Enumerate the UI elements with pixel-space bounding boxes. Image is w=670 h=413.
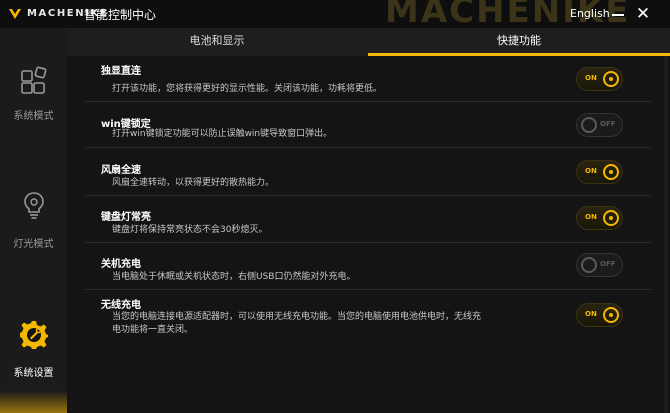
toggle-knob [603, 210, 619, 226]
sidebar-item-label: 系统模式 [13, 111, 54, 122]
setting-row-dgpu-direct: 独显直连 打开该功能，您将获得更好的显示性能。关闭该功能，功耗将更低。 ON [85, 56, 651, 102]
sidebar-item-label: 灯光模式 [13, 239, 54, 250]
dgpu-direct-toggle[interactable]: ON [576, 67, 623, 91]
app-title: 智能控制中心 [84, 8, 157, 22]
setting-row-poweroff-charging: 关机充电 当电脑处于休眠或关机状态时，右侧USB口仍然能对外充电。 OFF [85, 243, 651, 290]
keyboard-light-toggle[interactable]: ON [576, 206, 623, 230]
toggle-knob [581, 117, 597, 133]
setting-description: 打开该功能，您将获得更好的显示性能。关闭该功能，功耗将更低。 [112, 84, 383, 94]
toggle-knob [603, 307, 619, 323]
toggle-state: ON [585, 74, 597, 82]
toggle-state: OFF [600, 260, 616, 268]
scrollbar[interactable] [664, 56, 668, 413]
windows-grid-icon [21, 66, 47, 94]
wireless-charging-toggle[interactable]: ON [576, 303, 623, 327]
sidebar-item-system-mode[interactable]: 系统模式 [0, 28, 67, 148]
setting-description: 键盘灯将保持常亮状态不会30秒熄灭。 [112, 225, 268, 235]
setting-row-wireless-charging: 无线充电 当您的电脑连接电源适配器时，可以使用无线充电功能。当您的电脑使用电池供… [85, 290, 651, 348]
tab-battery-display[interactable]: 电池和显示 [67, 28, 367, 56]
setting-description: 当电脑处于休眠或关机状态时，右侧USB口仍然能对外充电。 [112, 272, 356, 282]
setting-row-keyboard-light: 键盘灯常亮 键盘灯将保持常亮状态不会30秒熄灭。 ON [85, 196, 651, 243]
setting-title: 关机充电 [101, 259, 141, 270]
toggle-knob [581, 257, 597, 273]
sidebar-item-label: 系统设置 [13, 368, 54, 379]
tab-shortcuts[interactable]: 快捷功能 [368, 28, 670, 56]
settings-list: 独显直连 打开该功能，您将获得更好的显示性能。关闭该功能，功耗将更低。 ON w… [67, 56, 670, 413]
lightbulb-icon [24, 192, 44, 219]
minimize-button[interactable] [609, 5, 627, 23]
setting-description: 当您的电脑连接电源适配器时，可以使用无线充电功能。当您的电脑使用电池供电时，无线… [112, 312, 482, 335]
toggle-state: ON [585, 213, 597, 221]
setting-title: 键盘灯常亮 [101, 212, 151, 223]
sidebar-item-light-mode[interactable]: 灯光模式 [0, 148, 67, 268]
gear-icon [20, 321, 48, 349]
poweroff-charging-toggle[interactable]: OFF [576, 253, 623, 277]
toggle-knob [603, 164, 619, 180]
title-bar: MACHENIKE MACHENIKE 智能控制中心 English ✕ [0, 0, 670, 28]
setting-title: 独显直连 [101, 66, 141, 77]
setting-row-fan-full-speed: 风扇全速 风扇全速转动，以获得更好的散热能力。 ON [85, 148, 651, 196]
tab-bar: 电池和显示 快捷功能 [67, 28, 670, 56]
close-button[interactable]: ✕ [634, 5, 652, 23]
toggle-state: ON [585, 310, 597, 318]
toggle-state: OFF [600, 120, 616, 128]
toggle-state: ON [585, 167, 597, 175]
sidebar-item-system-settings[interactable]: 系统设置 [0, 293, 67, 413]
active-indicator [0, 391, 67, 413]
setting-row-win-lock: win键锁定 打开win键锁定功能可以防止误触win键导致窗口弹出。 OFF [85, 102, 651, 148]
win-lock-toggle[interactable]: OFF [576, 113, 623, 137]
setting-description: 打开win键锁定功能可以防止误触win键导致窗口弹出。 [112, 129, 333, 139]
setting-title: 风扇全速 [101, 165, 141, 176]
toggle-knob [603, 71, 619, 87]
fan-full-speed-toggle[interactable]: ON [576, 160, 623, 184]
sidebar: 系统模式 灯光模式 系统设置 [0, 28, 67, 413]
machenike-logo-icon [9, 9, 21, 19]
language-switch[interactable]: English [570, 7, 610, 20]
setting-title: 无线充电 [101, 300, 141, 311]
setting-description: 风扇全速转动，以获得更好的散热能力。 [112, 178, 275, 188]
